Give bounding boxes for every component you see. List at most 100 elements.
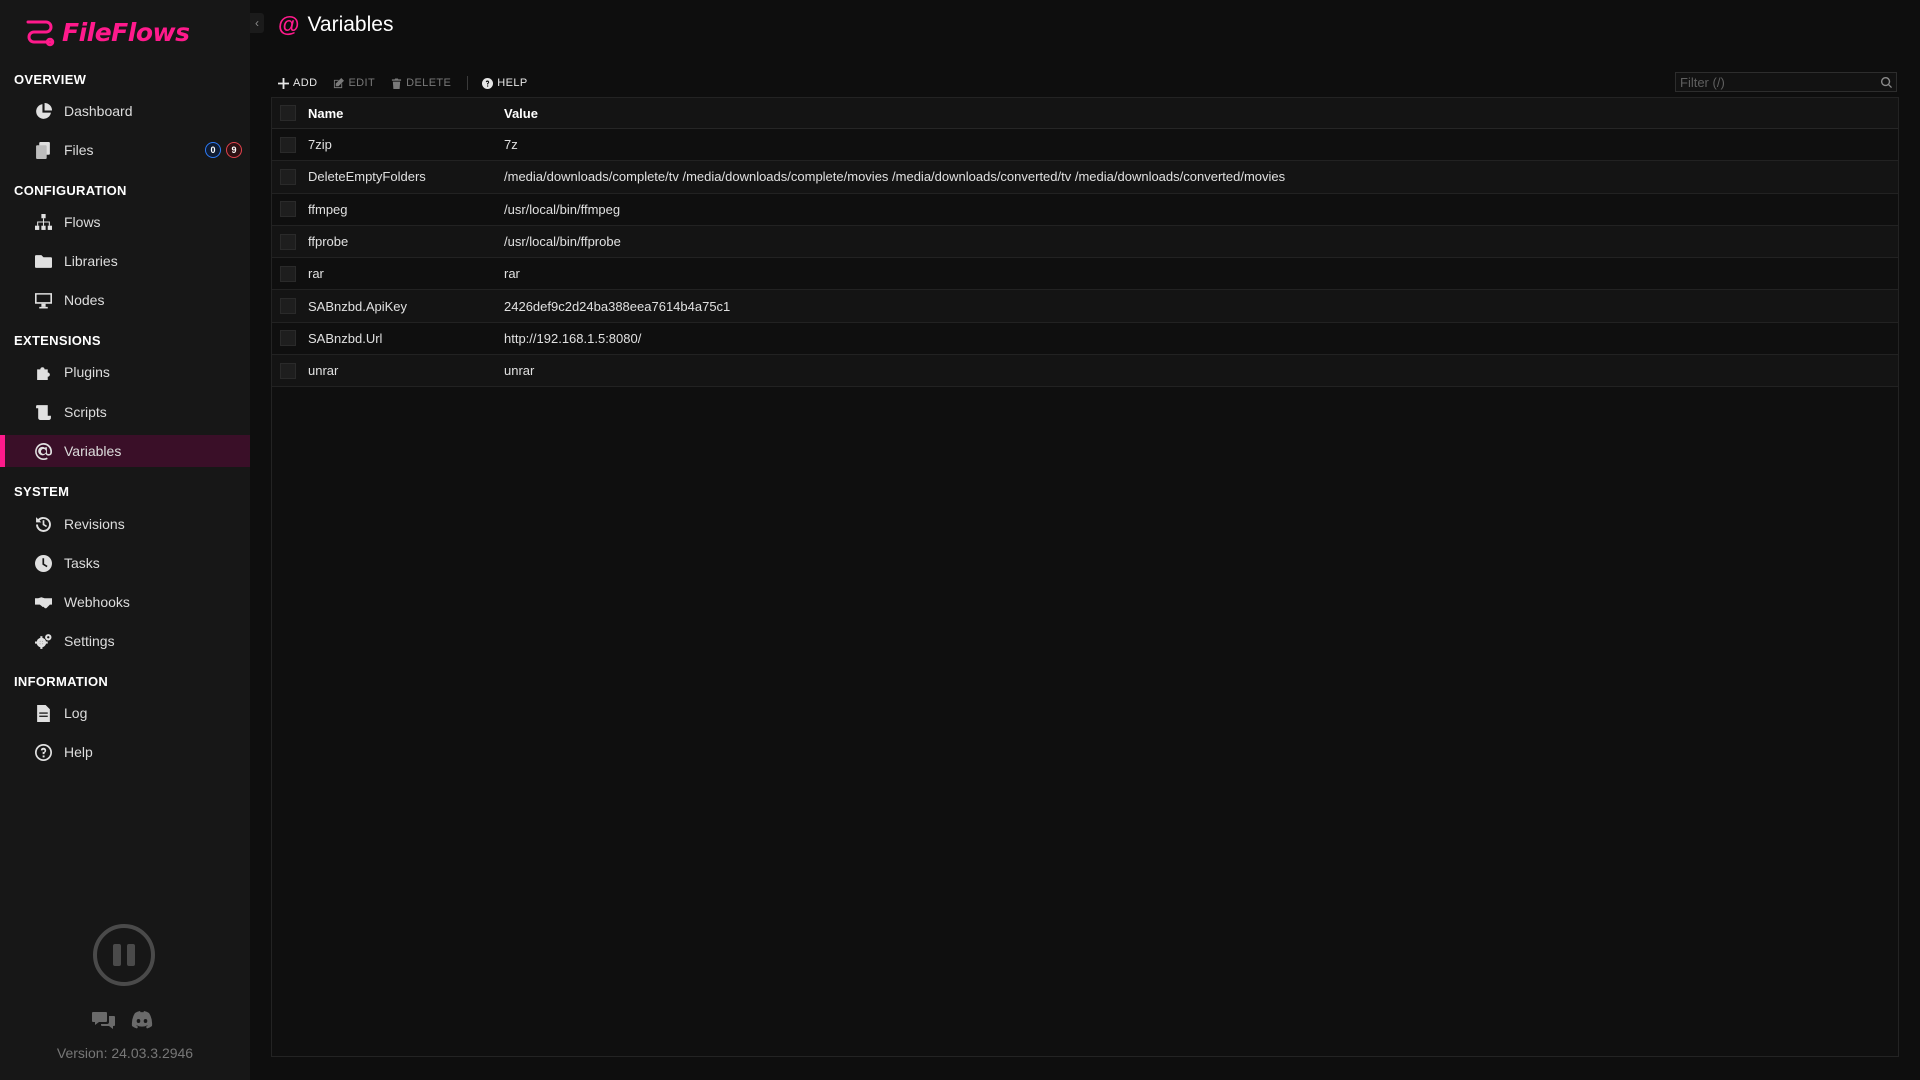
row-checkbox[interactable]: [280, 136, 296, 153]
nav-section-overview: OVERVIEW: [14, 72, 87, 87]
sidebar-item-revisions[interactable]: Revisions: [0, 508, 250, 540]
sidebar: FileFlows OVERVIEW Dashboard Files 0 9 C…: [0, 0, 250, 1080]
sidebar-item-label: Libraries: [64, 253, 118, 269]
search-icon[interactable]: [1881, 76, 1892, 88]
variable-value: /media/downloads/complete/tv /media/down…: [504, 169, 1286, 185]
delete-button[interactable]: DELETE: [391, 77, 451, 89]
sidebar-item-label: Plugins: [64, 364, 110, 380]
trash-icon: [392, 77, 402, 89]
question-circle-icon: [482, 77, 494, 89]
table-body: 7zip 7z DeleteEmptyFolders /media/downlo…: [272, 129, 1898, 388]
app-name: FileFlows: [62, 17, 190, 47]
help-button[interactable]: HELP: [482, 77, 527, 89]
sidebar-item-label: Tasks: [64, 555, 100, 571]
app-logo[interactable]: FileFlows: [24, 16, 190, 48]
add-button[interactable]: ADD: [278, 77, 317, 89]
files-failed-badge: 9: [226, 142, 242, 158]
sidebar-item-label: Flows: [64, 214, 101, 230]
table-row[interactable]: 7zip 7z: [272, 129, 1898, 162]
column-header-value[interactable]: Value: [504, 106, 538, 121]
variable-name: DeleteEmptyFolders: [308, 169, 426, 185]
fileflows-logo-icon: [26, 20, 55, 47]
sidebar-item-label: Webhooks: [64, 594, 130, 610]
edit-button-label: EDIT: [348, 77, 376, 89]
at-icon: @: [278, 12, 300, 37]
edit-button[interactable]: EDIT: [333, 77, 375, 89]
table-row[interactable]: unrar unrar: [272, 355, 1898, 388]
row-checkbox[interactable]: [280, 233, 296, 250]
discord-icon[interactable]: [130, 1010, 154, 1030]
variable-value: 7z: [504, 137, 518, 153]
sidebar-item-label: Variables: [64, 443, 122, 459]
sidebar-item-nodes[interactable]: Nodes: [0, 284, 250, 316]
variable-name: unrar: [308, 363, 339, 379]
filter-input[interactable]: [1680, 74, 1881, 90]
variable-name: ffprobe: [308, 234, 349, 250]
sidebar-item-plugins[interactable]: Plugins: [0, 356, 250, 388]
chevron-left-icon: ‹: [255, 16, 259, 30]
column-header-name[interactable]: Name: [308, 106, 504, 121]
edit-icon: [334, 77, 345, 88]
sidebar-item-variables[interactable]: Variables: [0, 435, 250, 467]
help-button-label: HELP: [497, 77, 528, 89]
variable-value: rar: [504, 266, 520, 282]
delete-button-label: DELETE: [406, 77, 452, 89]
page-title-text: Variables: [307, 13, 394, 36]
puzzle-icon: [34, 363, 52, 381]
forum-icon[interactable]: [92, 1010, 116, 1030]
toolbar: ADD EDIT DELETE HELP: [278, 74, 544, 92]
sidebar-item-webhooks[interactable]: Webhooks: [0, 586, 250, 618]
variable-value: 2426def9c2d24ba388eea7614b4a75c1: [504, 298, 731, 314]
table-row[interactable]: rar rar: [272, 258, 1898, 291]
page-title: @ Variables: [278, 12, 393, 38]
sidebar-item-label: Dashboard: [64, 103, 133, 119]
history-icon: [34, 515, 52, 533]
sidebar-item-settings[interactable]: Settings: [0, 625, 250, 657]
table-row[interactable]: SABnzbd.ApiKey 2426def9c2d24ba388eea7614…: [272, 290, 1898, 323]
clock-icon: [34, 554, 52, 572]
table-header: Name Value: [272, 98, 1898, 129]
add-button-label: ADD: [293, 77, 318, 89]
sidebar-item-tasks[interactable]: Tasks: [0, 547, 250, 579]
nav-section-configuration: CONFIGURATION: [14, 183, 127, 198]
sidebar-item-libraries[interactable]: Libraries: [0, 245, 250, 277]
at-icon: [34, 442, 52, 460]
handshake-icon: [34, 593, 52, 611]
sidebar-item-label: Help: [64, 744, 93, 760]
sidebar-item-scripts[interactable]: Scripts: [0, 396, 250, 428]
sidebar-item-label: Nodes: [64, 292, 105, 308]
scroll-icon: [34, 403, 52, 421]
sidebar-item-label: Scripts: [64, 404, 107, 420]
table-row[interactable]: SABnzbd.Url http://192.168.1.5:8080/: [272, 323, 1898, 356]
sidebar-item-help[interactable]: Help: [0, 736, 250, 768]
table-row[interactable]: ffprobe /usr/local/bin/ffprobe: [272, 225, 1898, 259]
row-checkbox[interactable]: [280, 168, 296, 185]
sidebar-item-log[interactable]: Log: [0, 697, 250, 729]
table-row[interactable]: DeleteEmptyFolders /media/downloads/comp…: [272, 161, 1898, 194]
file-icon: [34, 704, 52, 722]
row-checkbox[interactable]: [280, 265, 296, 282]
desktop-icon: [34, 291, 52, 309]
toolbar-separator: [467, 76, 469, 90]
sitemap-icon: [34, 213, 52, 231]
plus-icon: [278, 77, 289, 89]
row-checkbox[interactable]: [280, 201, 296, 218]
variable-name: SABnzbd.ApiKey: [308, 298, 408, 314]
collapse-sidebar-button[interactable]: ‹: [250, 13, 264, 33]
row-checkbox[interactable]: [280, 298, 296, 315]
nav-section-information: INFORMATION: [14, 674, 109, 689]
select-all-checkbox[interactable]: [280, 105, 296, 121]
nav-section-extensions: EXTENSIONS: [14, 333, 101, 348]
row-checkbox[interactable]: [280, 330, 296, 347]
sidebar-item-flows[interactable]: Flows: [0, 206, 250, 238]
sidebar-item-dashboard[interactable]: Dashboard: [0, 95, 250, 127]
files-queue-badge: 0: [205, 142, 221, 158]
table-row[interactable]: ffmpeg /usr/local/bin/ffmpeg: [272, 194, 1898, 226]
pause-processing-button[interactable]: [93, 924, 155, 986]
files-icon: [34, 141, 52, 159]
cogs-icon: [34, 632, 52, 650]
app-version: Version: 24.03.3.2946: [56, 1045, 194, 1061]
pause-icon-bar: [127, 944, 135, 966]
row-checkbox[interactable]: [280, 362, 296, 379]
sidebar-item-files[interactable]: Files 0 9: [0, 134, 250, 166]
